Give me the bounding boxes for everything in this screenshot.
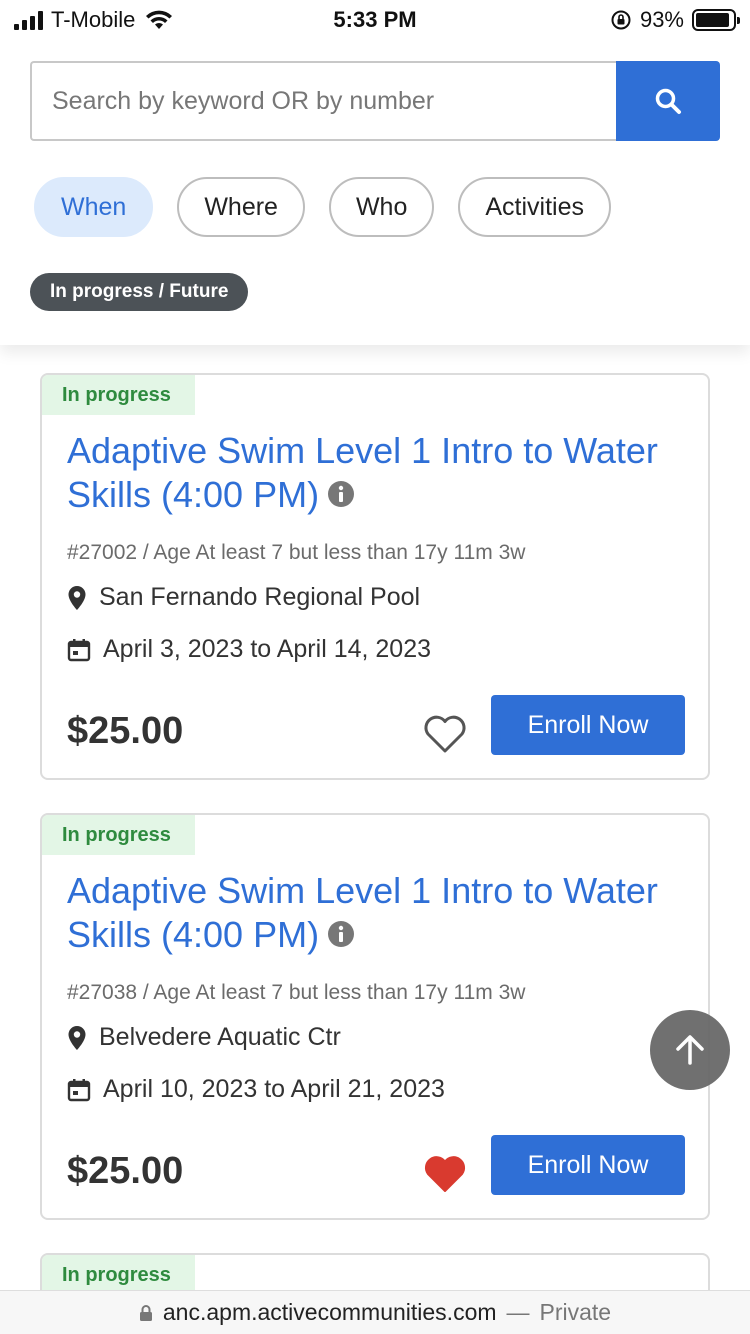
arrow-up-icon: [676, 1035, 704, 1065]
info-icon[interactable]: [327, 920, 355, 948]
lock-icon: [139, 1304, 152, 1321]
dates-text: April 3, 2023 to April 14, 2023: [103, 635, 432, 663]
scroll-to-top-button[interactable]: [650, 1010, 730, 1090]
activity-location: Belvedere Aquatic Ctr: [67, 1023, 341, 1052]
battery-percentage: 93%: [639, 7, 684, 32]
enroll-now-button[interactable]: Enroll Now: [491, 695, 685, 755]
favorite-heart-icon[interactable]: [423, 1154, 467, 1194]
status-filter-tag[interactable]: In progress / Future: [30, 273, 249, 311]
enroll-now-button[interactable]: Enroll Now: [491, 1135, 685, 1195]
favorite-heart-icon[interactable]: [423, 714, 467, 754]
url-separator: —: [506, 1299, 530, 1325]
search-input[interactable]: [30, 61, 616, 141]
activity-title[interactable]: Adaptive Swim Level 1 Intro to Water Ski…: [67, 429, 667, 517]
activity-location: San Fernando Regional Pool: [67, 583, 420, 612]
location-text: San Fernando Regional Pool: [99, 583, 421, 611]
location-text: Belvedere Aquatic Ctr: [99, 1023, 341, 1051]
private-mode-label: Private: [539, 1299, 612, 1325]
info-icon[interactable]: [327, 480, 355, 508]
location-pin-icon: [68, 1025, 86, 1050]
location-pin-icon: [68, 585, 86, 610]
activity-meta: #27002 / Age At least 7 but less than 17…: [67, 541, 526, 564]
filter-when[interactable]: When: [34, 177, 154, 237]
filter-chips: When Where Who Activities: [34, 177, 611, 237]
price: $25.00: [67, 1150, 184, 1192]
calendar-icon: [67, 638, 91, 661]
search-header: When Where Who Activities In progress / …: [0, 40, 750, 345]
activity-card: In progress Adaptive Swim Level 1 Intro …: [40, 813, 710, 1220]
activity-dates: April 3, 2023 to April 14, 2023: [67, 635, 431, 664]
status-badge: In progress: [42, 815, 195, 855]
search-bar: [30, 61, 720, 141]
url-text[interactable]: anc.apm.activecommunities.com: [163, 1299, 497, 1326]
activity-title-text[interactable]: Adaptive Swim Level 1 Intro to Water Ski…: [67, 430, 658, 515]
status-badge: In progress: [42, 1255, 195, 1295]
calendar-icon: [67, 1078, 91, 1101]
dates-text: April 10, 2023 to April 21, 2023: [103, 1075, 445, 1103]
filter-where[interactable]: Where: [177, 177, 305, 237]
activity-dates: April 10, 2023 to April 21, 2023: [67, 1075, 445, 1104]
search-button[interactable]: [616, 61, 720, 141]
activity-card: In progress Adaptive Swim Level 1 Intro …: [40, 373, 710, 780]
price: $25.00: [67, 710, 184, 752]
filter-activities[interactable]: Activities: [458, 177, 611, 237]
activity-title-text[interactable]: Adaptive Swim Level 1 Intro to Water Ski…: [67, 870, 658, 955]
browser-url-bar[interactable]: anc.apm.activecommunities.com — Private: [0, 1290, 750, 1334]
status-badge: In progress: [42, 375, 195, 415]
activity-title[interactable]: Adaptive Swim Level 1 Intro to Water Ski…: [67, 869, 667, 957]
search-icon: [655, 88, 681, 114]
status-bar: T-Mobile 5:33 PM 93%: [0, 0, 750, 40]
battery-icon: [692, 9, 740, 31]
activity-meta: #27038 / Age At least 7 but less than 17…: [67, 981, 526, 1004]
filter-who[interactable]: Who: [328, 177, 435, 237]
orientation-lock-icon: [611, 10, 631, 30]
